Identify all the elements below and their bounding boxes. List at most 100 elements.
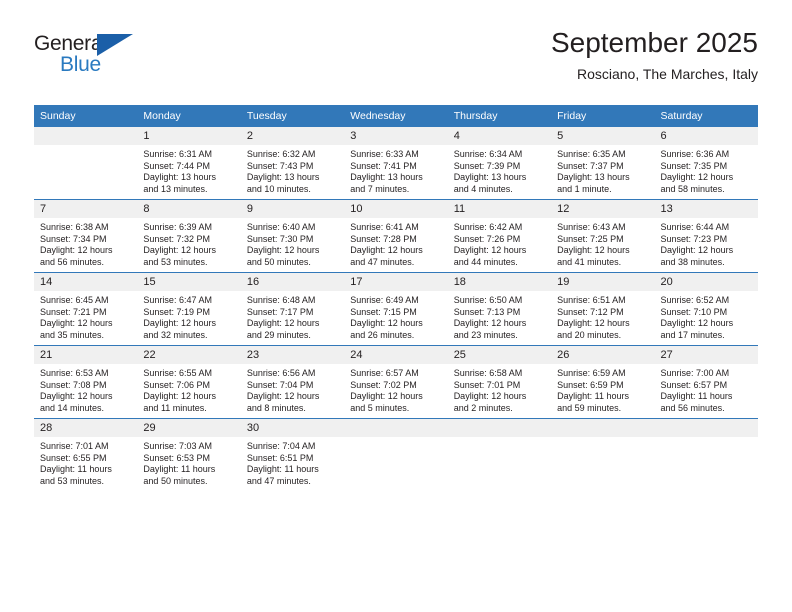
calendar-day-cell[interactable] (344, 418, 448, 491)
day-details: Sunrise: 6:36 AM Sunset: 7:35 PM Dayligh… (655, 145, 758, 195)
daylight-text-line2: and 44 minutes. (453, 256, 518, 267)
calendar-day-cell[interactable]: 2 Sunrise: 6:32 AM Sunset: 7:43 PM Dayli… (240, 127, 345, 200)
calendar-day-cell[interactable]: 20 Sunrise: 6:52 AM Sunset: 7:10 PM Dayl… (654, 272, 758, 346)
weekday-header-sunday: Sunday (34, 105, 138, 127)
calendar-week-row: 7 Sunrise: 6:38 AM Sunset: 7:34 PM Dayli… (34, 199, 758, 273)
day-number: 2 (240, 127, 345, 145)
calendar-day-cell[interactable]: 16 Sunrise: 6:48 AM Sunset: 7:17 PM Dayl… (240, 272, 345, 346)
sunset-text: Sunset: 6:59 PM (557, 379, 624, 390)
calendar-day-cell[interactable]: 18 Sunrise: 6:50 AM Sunset: 7:13 PM Dayl… (447, 272, 552, 346)
calendar-day-cell[interactable]: 25 Sunrise: 6:58 AM Sunset: 7:01 PM Dayl… (447, 345, 552, 419)
day-number: 17 (344, 273, 448, 291)
calendar-day-cell[interactable]: 29 Sunrise: 7:03 AM Sunset: 6:53 PM Dayl… (137, 418, 241, 491)
calendar-day-cell[interactable] (654, 418, 758, 491)
day-number: 15 (137, 273, 241, 291)
day-details: Sunrise: 7:04 AM Sunset: 6:51 PM Dayligh… (241, 437, 344, 487)
day-number (34, 127, 138, 145)
sunset-text: Sunset: 7:02 PM (350, 379, 417, 390)
calendar-day-cell[interactable]: 11 Sunrise: 6:42 AM Sunset: 7:26 PM Dayl… (447, 199, 552, 273)
sunrise-text: Sunrise: 7:00 AM (660, 368, 730, 378)
day-details: Sunrise: 7:03 AM Sunset: 6:53 PM Dayligh… (137, 437, 240, 487)
daylight-text-line2: and 56 minutes. (40, 256, 105, 267)
day-details: Sunrise: 6:33 AM Sunset: 7:41 PM Dayligh… (344, 145, 447, 195)
calendar-day-cell[interactable]: 15 Sunrise: 6:47 AM Sunset: 7:19 PM Dayl… (137, 272, 241, 346)
daylight-text-line2: and 7 minutes. (350, 183, 410, 194)
calendar-day-cell[interactable]: 17 Sunrise: 6:49 AM Sunset: 7:15 PM Dayl… (344, 272, 448, 346)
calendar-day-cell[interactable]: 8 Sunrise: 6:39 AM Sunset: 7:32 PM Dayli… (137, 199, 241, 273)
day-number: 7 (34, 200, 138, 218)
day-number: 5 (551, 127, 655, 145)
day-details: Sunrise: 6:49 AM Sunset: 7:15 PM Dayligh… (344, 291, 447, 341)
calendar-day-cell[interactable]: 26 Sunrise: 6:59 AM Sunset: 6:59 PM Dayl… (551, 345, 655, 419)
calendar-day-cell[interactable]: 6 Sunrise: 6:36 AM Sunset: 7:35 PM Dayli… (654, 127, 758, 200)
day-number: 13 (654, 200, 758, 218)
calendar-day-cell[interactable]: 10 Sunrise: 6:41 AM Sunset: 7:28 PM Dayl… (344, 199, 448, 273)
calendar-week-row: 21 Sunrise: 6:53 AM Sunset: 7:08 PM Dayl… (34, 345, 758, 419)
sunrise-text: Sunrise: 6:38 AM (40, 222, 109, 232)
calendar-day-cell[interactable]: 3 Sunrise: 6:33 AM Sunset: 7:41 PM Dayli… (344, 127, 448, 200)
calendar-day-cell[interactable]: 7 Sunrise: 6:38 AM Sunset: 7:34 PM Dayli… (34, 199, 138, 273)
calendar-day-cell[interactable]: 9 Sunrise: 6:40 AM Sunset: 7:30 PM Dayli… (240, 199, 345, 273)
daylight-text-line2: and 5 minutes. (350, 402, 410, 413)
calendar-day-cell[interactable]: 5 Sunrise: 6:35 AM Sunset: 7:37 PM Dayli… (551, 127, 655, 200)
daylight-text-line2: and 53 minutes. (40, 475, 105, 486)
generalblue-logo[interactable]: General Blue (34, 32, 154, 84)
sunset-text: Sunset: 6:57 PM (660, 379, 728, 390)
daylight-text-line1: Daylight: 12 hours (557, 245, 630, 256)
daylight-text-line1: Daylight: 12 hours (350, 245, 423, 256)
calendar-day-cell[interactable] (447, 418, 552, 491)
day-details: Sunrise: 6:44 AM Sunset: 7:23 PM Dayligh… (655, 218, 758, 268)
day-number: 20 (654, 273, 758, 291)
calendar-day-cell[interactable] (551, 418, 655, 491)
calendar-day-cell[interactable]: 23 Sunrise: 6:56 AM Sunset: 7:04 PM Dayl… (240, 345, 345, 419)
calendar-day-cell[interactable] (34, 127, 138, 200)
calendar-day-cell[interactable]: 12 Sunrise: 6:43 AM Sunset: 7:25 PM Dayl… (551, 199, 655, 273)
day-number: 22 (137, 346, 241, 364)
sunrise-text: Sunrise: 6:57 AM (350, 368, 419, 378)
sunset-text: Sunset: 7:15 PM (350, 306, 417, 317)
day-details: Sunrise: 6:53 AM Sunset: 7:08 PM Dayligh… (34, 364, 137, 414)
day-number: 21 (34, 346, 138, 364)
day-number (447, 419, 552, 437)
day-details: Sunrise: 6:38 AM Sunset: 7:34 PM Dayligh… (34, 218, 137, 268)
daylight-text-line1: Daylight: 12 hours (40, 391, 113, 402)
day-number: 16 (240, 273, 345, 291)
day-details: Sunrise: 6:51 AM Sunset: 7:12 PM Dayligh… (551, 291, 654, 341)
calendar-day-cell[interactable]: 22 Sunrise: 6:55 AM Sunset: 7:06 PM Dayl… (137, 345, 241, 419)
day-details: Sunrise: 6:47 AM Sunset: 7:19 PM Dayligh… (137, 291, 240, 341)
sunset-text: Sunset: 7:21 PM (40, 306, 107, 317)
day-number: 4 (447, 127, 552, 145)
calendar-day-cell[interactable]: 1 Sunrise: 6:31 AM Sunset: 7:44 PM Dayli… (137, 127, 241, 200)
daylight-text-line1: Daylight: 12 hours (453, 391, 527, 402)
day-details: Sunrise: 6:40 AM Sunset: 7:30 PM Dayligh… (241, 218, 344, 268)
calendar-day-cell[interactable]: 28 Sunrise: 7:01 AM Sunset: 6:55 PM Dayl… (34, 418, 138, 491)
calendar-day-cell[interactable]: 19 Sunrise: 6:51 AM Sunset: 7:12 PM Dayl… (551, 272, 655, 346)
day-number: 30 (240, 419, 345, 437)
sunrise-text: Sunrise: 7:04 AM (246, 441, 316, 451)
calendar-day-cell[interactable]: 24 Sunrise: 6:57 AM Sunset: 7:02 PM Dayl… (344, 345, 448, 419)
calendar-day-cell[interactable]: 30 Sunrise: 7:04 AM Sunset: 6:51 PM Dayl… (240, 418, 345, 491)
sunrise-text: Sunrise: 6:40 AM (246, 222, 316, 232)
sunrise-text: Sunrise: 6:45 AM (40, 295, 109, 305)
calendar-day-cell[interactable]: 13 Sunrise: 6:44 AM Sunset: 7:23 PM Dayl… (654, 199, 758, 273)
calendar-day-cell[interactable]: 4 Sunrise: 6:34 AM Sunset: 7:39 PM Dayli… (447, 127, 552, 200)
day-number: 10 (344, 200, 448, 218)
sunrise-text: Sunrise: 6:50 AM (453, 295, 523, 305)
sunset-text: Sunset: 6:53 PM (143, 452, 210, 463)
sunrise-text: Sunrise: 7:03 AM (143, 441, 212, 451)
daylight-text-line1: Daylight: 12 hours (453, 318, 527, 329)
daylight-text-line1: Daylight: 12 hours (660, 245, 734, 256)
day-number: 12 (551, 200, 655, 218)
daylight-text-line2: and 50 minutes. (143, 475, 208, 486)
sunrise-text: Sunrise: 6:31 AM (143, 149, 212, 159)
day-details (344, 437, 447, 441)
sunrise-text: Sunrise: 6:48 AM (246, 295, 316, 305)
calendar-day-cell[interactable]: 21 Sunrise: 6:53 AM Sunset: 7:08 PM Dayl… (34, 345, 138, 419)
calendar-day-cell[interactable]: 14 Sunrise: 6:45 AM Sunset: 7:21 PM Dayl… (34, 272, 138, 346)
daylight-text-line2: and 1 minute. (557, 183, 612, 194)
sunrise-text: Sunrise: 6:53 AM (40, 368, 109, 378)
day-number (344, 419, 448, 437)
day-details: Sunrise: 6:43 AM Sunset: 7:25 PM Dayligh… (551, 218, 654, 268)
day-number: 6 (654, 127, 758, 145)
calendar-day-cell[interactable]: 27 Sunrise: 7:00 AM Sunset: 6:57 PM Dayl… (654, 345, 758, 419)
